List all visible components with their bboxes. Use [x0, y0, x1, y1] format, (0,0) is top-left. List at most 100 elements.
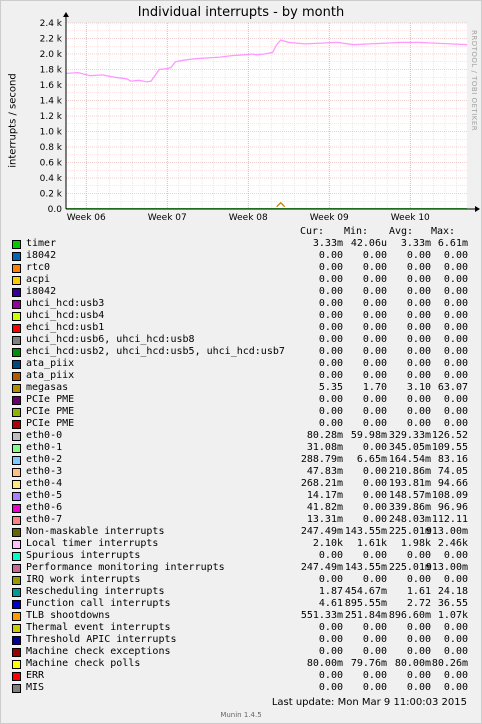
legend-value-max: 0.00	[443, 262, 468, 273]
legend-label: megasas	[26, 382, 69, 393]
legend-value-min: 0.00	[362, 358, 387, 369]
legend-row: PCIe PME 0.00 0.00 0.00 0.00	[0, 394, 482, 406]
legend-label: rtc0	[26, 262, 51, 273]
legend-value-max: 0.00	[443, 634, 468, 645]
legend-label: i8042	[26, 286, 57, 297]
legend-label: eth0-4	[26, 478, 63, 489]
legend-value-min: 0.00	[362, 574, 387, 585]
legend-row: TLB shootdowns 551.33m 251.84m 896.60m 1.07k	[0, 610, 482, 622]
y-axis-arrow	[63, 12, 69, 17]
legend-label: eth0-6	[26, 502, 63, 513]
legend-value-min: 0.00	[362, 334, 387, 345]
legend-value-avg: 148.57m	[388, 490, 431, 501]
legend-swatch	[12, 276, 21, 285]
last-update: Last update: Mon Mar 9 11:00:03 2015	[271, 697, 467, 708]
legend-value-cur: 3.33m	[312, 238, 343, 249]
legend-value-max: 108.09	[431, 490, 468, 501]
legend-value-min: 454.67m	[344, 586, 387, 597]
legend-row: Machine check exceptions 0.00 0.00 0.00 0.00	[0, 646, 482, 658]
legend-label: eth0-1	[26, 442, 63, 453]
legend-row: IRQ work interrupts 0.00 0.00 0.00 0.00	[0, 574, 482, 586]
x-tick-label: Week 06	[67, 213, 106, 223]
legend-label: Machine check polls	[26, 658, 141, 669]
legend-label: timer	[26, 238, 57, 249]
legend-value-max: 126.52	[431, 430, 468, 441]
legend-row: megasas 5.35 1.70 3.10 63.07	[0, 382, 482, 394]
legend-value-avg: 329.33m	[388, 430, 431, 441]
legend-row: Local timer interrupts 2.10k 1.61k 1.98k 2.4…	[0, 538, 482, 550]
legend-value-max: 0.00	[443, 646, 468, 657]
legend-swatch	[12, 336, 21, 345]
legend-swatch	[12, 660, 21, 669]
legend-value-cur: 1.87	[318, 586, 343, 597]
legend-value-max: 94.66	[437, 478, 468, 489]
legend-row: eth0-2 288.79m 6.65m 164.54m 83.16	[0, 454, 482, 466]
legend-label: uhci_hcd:usb3	[26, 298, 105, 309]
legend-label: Thermal event interrupts	[26, 622, 171, 633]
legend-value-avg: 345.05m	[388, 442, 431, 453]
legend-label: Rescheduling interrupts	[26, 586, 165, 597]
legend-row: uhci_hcd:usb4 0.00 0.00 0.00 0.00	[0, 310, 482, 322]
legend-value-avg: 0.00	[406, 622, 431, 633]
legend-value-cur: 247.49m	[300, 526, 343, 537]
legend-swatch	[12, 564, 21, 573]
y-tick-label: 0.8 k	[40, 143, 63, 153]
legend-swatch	[12, 240, 21, 249]
legend-value-min: 0.00	[362, 298, 387, 309]
legend-label: TLB shootdowns	[26, 610, 111, 621]
legend-value-avg: 1.98k	[400, 538, 431, 549]
x-tick-label: Week 09	[310, 213, 349, 223]
y-tick-label: 0.0	[48, 205, 63, 215]
legend-value-max: 0.00	[443, 358, 468, 369]
legend-value-avg: 1.61	[406, 586, 431, 597]
legend-value-cur: 0.00	[318, 298, 343, 309]
legend-value-cur: 41.82m	[306, 502, 343, 513]
legend-label: eth0-2	[26, 454, 63, 465]
legend-value-avg: 0.00	[406, 634, 431, 645]
legend-value-min: 0.00	[362, 310, 387, 321]
legend-label: eth0-0	[26, 430, 63, 441]
legend-value-min: 0.00	[362, 322, 387, 333]
legend-label: ata_piix	[26, 358, 75, 369]
legend-value-cur: 0.00	[318, 262, 343, 273]
legend-value-max: 0.00	[443, 394, 468, 405]
legend-value-avg: 0.00	[406, 346, 431, 357]
legend-row: Performance monitoring interrupts 247.49m…	[0, 562, 482, 574]
legend-value-min: 0.00	[362, 646, 387, 657]
legend-value-avg: 0.00	[406, 286, 431, 297]
legend-value-min: 0.00	[362, 442, 387, 453]
legend-value-min: 0.00	[362, 274, 387, 285]
legend-swatch	[12, 684, 21, 693]
legend-value-cur: 5.35	[318, 382, 343, 393]
legend-swatch	[12, 252, 21, 261]
legend-swatch	[12, 396, 21, 405]
legend-value-avg: 896.60m	[388, 610, 431, 621]
legend-value-avg: 0.00	[406, 322, 431, 333]
legend-row: ERR 0.00 0.00 0.00 0.00	[0, 670, 482, 682]
y-tick-label: 2.2 k	[40, 35, 63, 45]
legend-value-cur: 288.79m	[300, 454, 343, 465]
legend-label: PCIe PME	[26, 406, 75, 417]
legend-label: Threshold APIC interrupts	[26, 634, 177, 645]
legend-value-cur: 0.00	[318, 394, 343, 405]
legend-value-cur: 80.00m	[306, 658, 343, 669]
legend-row: uhci_hcd:usb6, uhci_hcd:usb8 0.00 0.00 0.00…	[0, 334, 482, 346]
legend-value-min: 42.06u	[350, 238, 387, 249]
legend-row: MIS 0.00 0.00 0.00 0.00	[0, 682, 482, 694]
legend-label: PCIe PME	[26, 418, 75, 429]
y-tick-label: 0.6 k	[40, 159, 63, 169]
legend-value-cur: 0.00	[318, 370, 343, 381]
x-tick-label: Week 08	[229, 213, 268, 223]
legend-value-avg: 0.00	[406, 310, 431, 321]
legend-swatch	[12, 420, 21, 429]
legend-value-max: 0.00	[443, 286, 468, 297]
legend-row: i8042 0.00 0.00 0.00 0.00	[0, 250, 482, 262]
legend-value-cur: 247.49m	[300, 562, 343, 573]
legend-row: eth0-7 13.31m 0.00 248.03m 112.11	[0, 514, 482, 526]
legend-value-cur: 0.00	[318, 250, 343, 261]
legend-value-cur: 0.00	[318, 358, 343, 369]
legend-label: MIS	[26, 682, 45, 693]
legend-swatch	[12, 300, 21, 309]
legend-value-cur: 2.10k	[312, 538, 343, 549]
legend-row: ata_piix 0.00 0.00 0.00 0.00	[0, 358, 482, 370]
